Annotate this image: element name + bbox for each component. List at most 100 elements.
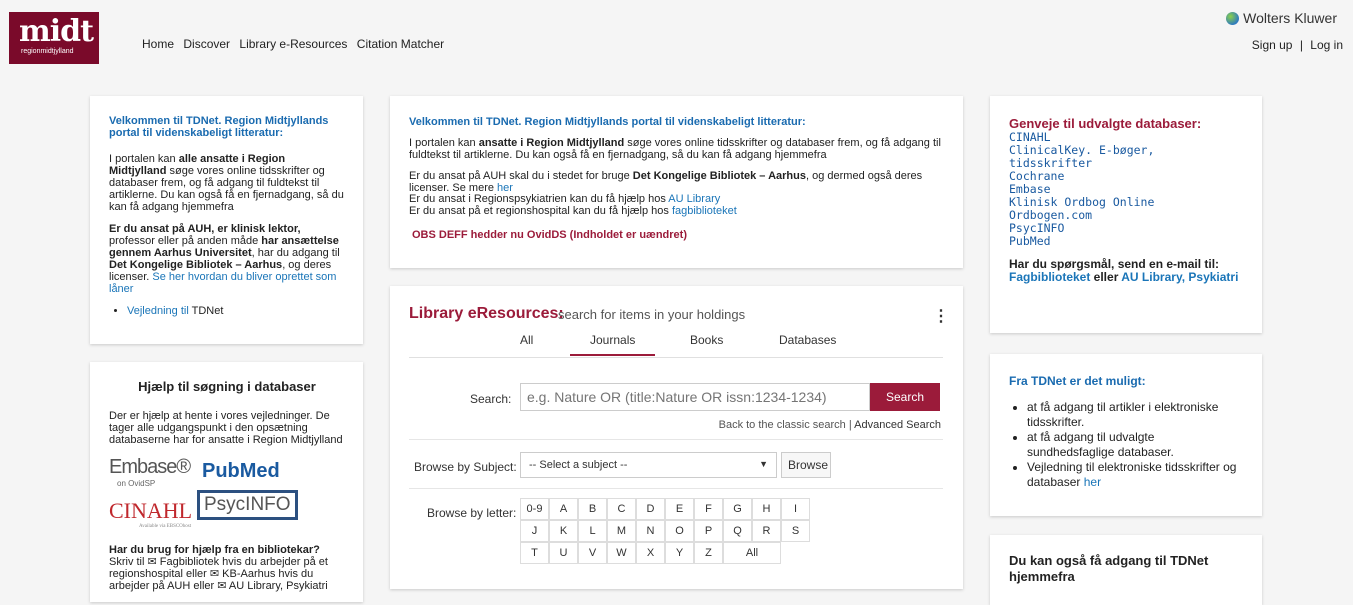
letter-all[interactable]: All	[723, 542, 781, 564]
tab-databases[interactable]: Databases	[779, 333, 836, 347]
advanced-search-link[interactable]: Advanced Search	[854, 419, 941, 431]
letter-w[interactable]: W	[607, 542, 636, 564]
list-item: at få adgang til artikler i elektroniske…	[1027, 400, 1244, 430]
center-paragraph-1: I portalen kan ansatte i Region Midtjyll…	[409, 137, 941, 161]
letter-s[interactable]: S	[781, 520, 810, 542]
database-help-title: Hjælp til søgning i databaser	[138, 379, 316, 394]
librarian-help-title: Har du brug for hjælp fra en bibliotekar…	[109, 544, 320, 556]
letter-u[interactable]: U	[549, 542, 578, 564]
see-more-link[interactable]: her	[497, 182, 513, 194]
search-button[interactable]: Search	[870, 383, 940, 411]
letter-i[interactable]: I	[781, 498, 810, 520]
pubmed-logo[interactable]: PubMed	[202, 460, 280, 483]
letter-r[interactable]: R	[752, 520, 781, 542]
main-nav: Home Discover Library e-Resources Citati…	[142, 37, 450, 51]
fagbiblioteket-link[interactable]: fagbiblioteket	[672, 205, 737, 217]
nav-citation-matcher[interactable]: Citation Matcher	[357, 37, 444, 51]
letter-p[interactable]: P	[694, 520, 723, 542]
auth-links: Sign up | Log in	[1252, 38, 1343, 52]
center-welcome-title: Velkommen til TDNet. Region Midtjyllands…	[409, 116, 806, 128]
browse-subject-label: Browse by Subject:	[414, 460, 517, 474]
letter-n[interactable]: N	[636, 520, 665, 542]
letter-x[interactable]: X	[636, 542, 665, 564]
tdnet-features-card: Fra TDNet er det muligt: at få adgang ti…	[990, 354, 1262, 516]
guide-here-link[interactable]: her	[1084, 475, 1101, 489]
letter-y[interactable]: Y	[665, 542, 694, 564]
embase-logo[interactable]: Embase® on OvidSP	[109, 456, 191, 488]
letter-e[interactable]: E	[665, 498, 694, 520]
obs-notice: OBS DEFF hedder nu OvidDS (Indholdet er …	[412, 229, 688, 241]
welcome-paragraph-1: I portalen kan alle ansatte i Region Mid…	[109, 153, 344, 213]
database-shortcuts-card: Genveje til udvalgte databaser: CINAHL C…	[990, 96, 1262, 333]
logo-subtext: regionmidtjylland	[21, 48, 74, 55]
nav-discover[interactable]: Discover	[183, 37, 230, 51]
fagbiblioteket-email-link[interactable]: Fagbiblioteket	[1009, 270, 1090, 284]
librarian-help-text: Skriv til ✉ Fagbibliotek hvis du arbejde…	[109, 556, 328, 592]
log-in-link[interactable]: Log in	[1310, 38, 1343, 52]
au-library-link[interactable]: AU Library	[668, 193, 720, 205]
search-input[interactable]	[520, 383, 870, 411]
divider	[409, 439, 943, 440]
center-paragraph-2: Er du ansat på AUH skal du i stedet for …	[409, 170, 923, 217]
nav-home[interactable]: Home	[142, 37, 174, 51]
shortcuts-title: Genveje til udvalgte databaser:	[1009, 116, 1202, 131]
letter-f[interactable]: F	[694, 498, 723, 520]
database-help-card: Hjælp til søgning i databaser Der er hjæ…	[90, 362, 363, 602]
features-title: Fra TDNet er det muligt:	[1009, 374, 1146, 388]
cinahl-logo[interactable]: CINAHL Available via EBSCOhost	[109, 498, 192, 529]
sign-up-link[interactable]: Sign up	[1252, 38, 1293, 52]
eresources-subtitle: search for items in your holdings	[558, 307, 746, 322]
remote-access-title: Du kan også få adgang til TDNet hjemmefr…	[1009, 553, 1209, 584]
letter-0-9[interactable]: 0-9	[520, 498, 549, 520]
database-help-intro: Der er hjælp at hente i vores vejledning…	[109, 410, 343, 446]
welcome-card-left: Velkommen til TDNet. Region Midtjyllands…	[90, 96, 363, 344]
list-item: Vejledning til elektroniske tidsskrifter…	[1027, 460, 1244, 490]
guide-list: Vejledning til TDNet	[109, 305, 345, 317]
divider	[409, 488, 943, 489]
letter-b[interactable]: B	[578, 498, 607, 520]
letter-z[interactable]: Z	[694, 542, 723, 564]
more-options-icon[interactable]: ⋮	[933, 306, 949, 326]
brand-name: Wolters Kluwer	[1243, 10, 1337, 26]
auth-separator: |	[1299, 38, 1303, 52]
letter-j[interactable]: J	[520, 520, 549, 542]
tdnet-guide-link[interactable]: Vejledning til	[127, 305, 189, 317]
letter-d[interactable]: D	[636, 498, 665, 520]
database-logos: Embase® on OvidSP PubMed CINAHL Available …	[109, 456, 345, 536]
tab-all[interactable]: All	[520, 333, 533, 347]
letter-m[interactable]: M	[607, 520, 636, 542]
search-links: Back to the classic search | Advanced Se…	[718, 419, 941, 431]
nav-library-eresources[interactable]: Library e-Resources	[239, 37, 347, 51]
letter-o[interactable]: O	[665, 520, 694, 542]
eresources-title: Library eResources:	[409, 305, 564, 322]
logo-text: midt	[19, 14, 94, 49]
tab-journals[interactable]: Journals	[569, 333, 656, 356]
letter-h[interactable]: H	[752, 498, 781, 520]
psycinfo-logo[interactable]: PsycINFO	[197, 490, 298, 520]
remote-access-card: Du kan også få adgang til TDNet hjemmefr…	[990, 535, 1262, 605]
db-link-clinicalkey[interactable]: ClinicalKey. E-bøger, tidsskrifter	[1009, 144, 1244, 170]
letter-v[interactable]: V	[578, 542, 607, 564]
letter-k[interactable]: K	[549, 520, 578, 542]
welcome-card-center: Velkommen til TDNet. Region Midtjyllands…	[390, 96, 963, 268]
top-bar: midt regionmidtjylland Home Discover Lib…	[0, 0, 1353, 64]
browse-button[interactable]: Browse	[781, 452, 831, 478]
letter-a[interactable]: A	[549, 498, 578, 520]
list-item: at få adgang til udvalgte sundhedsfaglig…	[1027, 430, 1244, 460]
welcome-title: Velkommen til TDNet. Region Midtjyllands…	[109, 115, 329, 139]
letter-c[interactable]: C	[607, 498, 636, 520]
wolters-kluwer-globe-icon	[1226, 12, 1240, 25]
welcome-paragraph-2: Er du ansat på AUH, er klinisk lektor, p…	[109, 223, 340, 295]
eresources-tabs: All Journals Books Databases	[409, 331, 943, 358]
letter-q[interactable]: Q	[723, 520, 752, 542]
classic-search-link[interactable]: Back to the classic search	[719, 419, 846, 431]
letter-t[interactable]: T	[520, 542, 549, 564]
subject-select[interactable]: -- Select a subject -- ▼	[520, 452, 777, 478]
library-eresources-widget: Library eResources: search for items in …	[390, 286, 963, 589]
letter-l[interactable]: L	[578, 520, 607, 542]
au-library-email-link[interactable]: AU Library, Psykiatri	[1121, 270, 1238, 284]
db-link-pubmed[interactable]: PubMed	[1009, 235, 1244, 248]
tab-books[interactable]: Books	[690, 333, 723, 347]
letter-g[interactable]: G	[723, 498, 752, 520]
region-midt-logo[interactable]: midt regionmidtjylland	[9, 12, 99, 64]
